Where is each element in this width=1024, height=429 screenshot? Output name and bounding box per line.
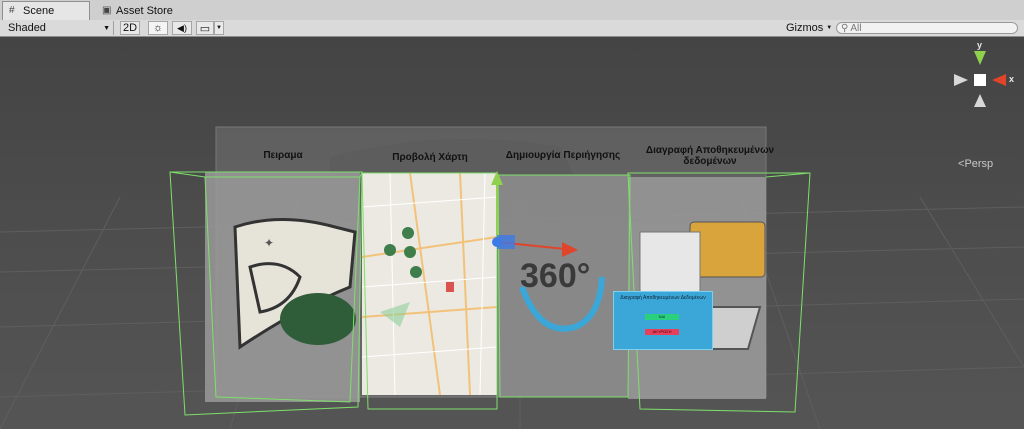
scene-toolbar: Shaded ▼ 2D ☼ ◀) ▭ ▼ Gizmos ▼ ⚲ All xyxy=(0,20,1024,37)
delete-confirm-dialog: Διαγραφή Αποθηκευμένων Δεδομένων NAI ΑΚΥ… xyxy=(613,291,713,350)
tab-asset-store-label: Asset Store xyxy=(116,4,173,17)
delete-cancel-button[interactable]: ΑΚΥΡΩΣΗ xyxy=(645,329,679,335)
map-marker-icon xyxy=(410,266,422,278)
gizmo-y-label: y xyxy=(977,40,983,50)
tab-scene-label: Scene xyxy=(23,5,55,17)
delete-yes-button[interactable]: NAI xyxy=(645,314,679,320)
effects-dropdown[interactable]: ▼ xyxy=(214,21,224,35)
toggle-2d-label: 2D xyxy=(122,22,138,34)
search-placeholder: All xyxy=(850,22,862,34)
gizmos-label: Gizmos xyxy=(786,22,824,34)
map-marker-icon xyxy=(384,244,396,256)
panel-3-title: Δημιουργία Περιήγησης xyxy=(505,150,621,161)
delete-dialog-title: Διαγραφή Αποθηκευμένων Δεδομένων xyxy=(620,295,706,301)
shading-mode-dropdown[interactable]: Shaded ▼ xyxy=(6,21,114,35)
compass-rose-icon: ✦ xyxy=(264,236,274,250)
chevron-down-icon: ▼ xyxy=(103,24,110,32)
clipboard-icon xyxy=(689,221,766,278)
audio-toggle[interactable]: ◀) xyxy=(172,21,192,35)
move-z-handle[interactable] xyxy=(492,237,502,247)
image-icon: ▭ xyxy=(199,22,211,35)
panel-4-title: Διαγραφή Αποθηκευμένων δεδομένων xyxy=(645,145,775,167)
tab-asset-store[interactable]: ▣ Asset Store xyxy=(96,1,186,20)
tab-scene[interactable]: # Scene xyxy=(2,1,90,20)
map-marker-icon xyxy=(402,227,414,239)
map-marker-icon xyxy=(404,246,416,258)
projection-label: Persp xyxy=(964,158,994,170)
gizmo-x-label: x xyxy=(1009,74,1015,84)
gizmo-y-cone-icon[interactable] xyxy=(974,51,986,65)
panel-1-title: Πειραμα xyxy=(263,150,303,161)
chevron-down-icon: ▼ xyxy=(216,25,222,31)
shading-mode-label: Shaded xyxy=(8,22,46,34)
gizmo-neg-y-cone-icon[interactable] xyxy=(974,94,986,107)
panel-2-title: Προβολή Χάρτη xyxy=(392,152,468,163)
store-icon: ▣ xyxy=(102,4,112,16)
panel-2-surface[interactable] xyxy=(362,173,497,395)
search-input[interactable]: ⚲ All xyxy=(836,22,1018,34)
chevron-down-icon: ▼ xyxy=(826,25,833,31)
speaker-icon: ◀) xyxy=(177,22,187,33)
gizmos-dropdown[interactable]: Gizmos ▼ xyxy=(786,21,832,35)
lighting-toggle[interactable]: ☼ xyxy=(148,21,168,35)
gizmo-neg-x-cone-icon[interactable] xyxy=(954,74,968,86)
sun-icon: ☼ xyxy=(152,22,164,34)
projection-toggle[interactable]: <Persp xyxy=(958,158,993,170)
map-pin-icon xyxy=(446,282,454,292)
search-icon: ⚲ xyxy=(841,22,849,34)
orientation-gizmo[interactable] xyxy=(954,51,1006,107)
grid-icon: # xyxy=(9,5,15,16)
map-blob-icon xyxy=(280,293,356,345)
toggle-2d-button[interactable]: 2D xyxy=(120,21,140,35)
scene-viewport[interactable]: ✦ 360° Πειραμα Προβολή Χάρτη Δημιουργία … xyxy=(0,37,1024,429)
icon-360-text: 360° xyxy=(520,257,590,295)
gizmo-center-cube-icon[interactable] xyxy=(974,74,986,86)
tab-bar: # Scene ▣ Asset Store xyxy=(0,0,1024,21)
effects-toggle[interactable]: ▭ xyxy=(196,21,214,35)
scene-canvas: ✦ 360° xyxy=(0,51,1024,429)
gizmo-x-cone-icon[interactable] xyxy=(992,74,1006,86)
